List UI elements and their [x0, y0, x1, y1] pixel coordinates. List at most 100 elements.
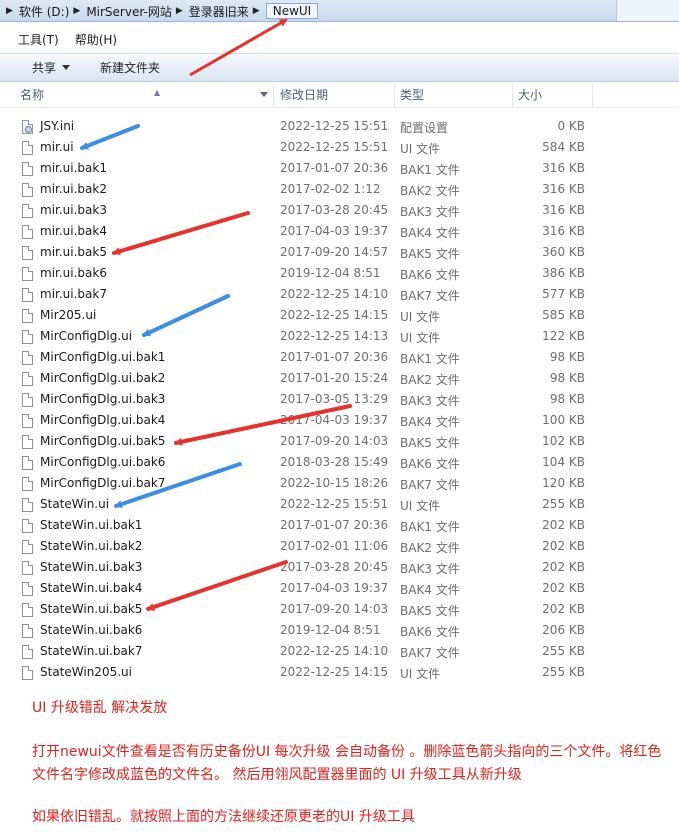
- file-icon: [22, 162, 33, 176]
- file-list: JSY.ini 2022-12-25 15:51 配置设置 0 KB mir.ui 202…: [0, 117, 679, 684]
- file-date: 2019-12-04 8:51: [280, 623, 381, 637]
- menu-bar: 工具(T) 帮助(H): [0, 29, 125, 49]
- file-type: UI 文件: [400, 331, 441, 345]
- column-header-size[interactable]: 大小: [514, 84, 593, 107]
- chevron-down-icon: [62, 65, 71, 70]
- breadcrumb-item-drive[interactable]: 软件 (D:): [19, 3, 69, 20]
- file-date: 2022-12-25 15:51: [280, 119, 389, 133]
- file-row[interactable]: mir.ui.bak1 2017-01-07 20:36 BAK1 文件 316 KB: [0, 159, 679, 180]
- file-type: BAK6 文件: [400, 268, 460, 282]
- file-date: 2017-02-02 1:12: [280, 182, 381, 196]
- file-size: 577 KB: [542, 287, 585, 301]
- file-size: 386 KB: [542, 266, 585, 280]
- file-row[interactable]: StateWin.ui.bak7 2022-12-25 14:10 BAK7 文件 2…: [0, 642, 679, 663]
- column-header-name[interactable]: 名称 ▲: [16, 84, 274, 107]
- file-size: 202 KB: [542, 539, 585, 553]
- file-size: 255 KB: [542, 497, 585, 511]
- file-row[interactable]: MirConfigDlg.ui.bak7 2022-10-15 18:26 BAK7…: [0, 474, 679, 495]
- menu-help[interactable]: 帮助(H): [67, 31, 125, 48]
- file-size: 102 KB: [542, 434, 585, 448]
- file-row[interactable]: mir.ui.bak6 2019-12-04 8:51 BAK6 文件 386 KB: [0, 264, 679, 285]
- address-bar[interactable]: ▶ 软件 (D:) ▶ MirServer-网站 ▶ 登录器旧来 ▶ NewUI: [0, 0, 679, 22]
- file-name: MirConfigDlg.ui: [40, 329, 133, 343]
- file-icon: [22, 666, 33, 680]
- file-name: MirConfigDlg.ui.bak6: [40, 455, 166, 469]
- file-row[interactable]: StateWin.ui.bak1 2017-01-07 20:36 BAK1 文件 2…: [0, 516, 679, 537]
- breadcrumb-item-newui[interactable]: NewUI: [265, 3, 319, 19]
- file-type: UI 文件: [400, 142, 441, 156]
- file-row[interactable]: mir.ui.bak2 2017-02-02 1:12 BAK2 文件 316 KB: [0, 180, 679, 201]
- file-name: JSY.ini: [40, 119, 75, 133]
- file-name: mir.ui.bak6: [40, 266, 107, 280]
- file-icon: [22, 393, 33, 407]
- file-size: 316 KB: [542, 203, 585, 217]
- breadcrumb-arrow-icon[interactable]: ▶: [176, 6, 183, 16]
- column-header-date[interactable]: 修改日期: [276, 84, 395, 107]
- settings-file-icon: [22, 120, 33, 134]
- file-date: 2017-01-20 15:24: [280, 371, 389, 385]
- breadcrumb-arrow-icon[interactable]: ▶: [6, 6, 13, 16]
- file-icon: [22, 624, 33, 638]
- file-date: 2022-12-25 14:15: [280, 308, 389, 322]
- file-row[interactable]: MirConfigDlg.ui 2022-12-25 14:13 UI 文件 122 …: [0, 327, 679, 348]
- file-row[interactable]: MirConfigDlg.ui.bak2 2017-01-20 15:24 BAK2…: [0, 369, 679, 390]
- file-row[interactable]: StateWin.ui.bak2 2017-02-01 11:06 BAK2 文件 2…: [0, 537, 679, 558]
- file-type: BAK4 文件: [400, 226, 460, 240]
- file-date: 2022-12-25 15:51: [280, 497, 389, 511]
- file-date: 2019-12-04 8:51: [280, 266, 381, 280]
- file-row[interactable]: StateWin.ui.bak6 2019-12-04 8:51 BAK6 文件 20…: [0, 621, 679, 642]
- file-date: 2022-12-25 15:51: [280, 140, 389, 154]
- file-name: StateWin.ui.bak1: [40, 518, 143, 532]
- file-type: BAK6 文件: [400, 457, 460, 471]
- file-icon: [22, 645, 33, 659]
- file-size: 202 KB: [542, 518, 585, 532]
- file-row[interactable]: MirConfigDlg.ui.bak1 2017-01-07 20:36 BAK1…: [0, 348, 679, 369]
- file-name: MirConfigDlg.ui.bak2: [40, 371, 166, 385]
- file-row[interactable]: StateWin.ui.bak4 2017-04-03 19:37 BAK4 文件 2…: [0, 579, 679, 600]
- share-button[interactable]: 共享: [32, 59, 71, 76]
- file-row[interactable]: StateWin205.ui 2022-12-25 14:15 UI 文件 255 K…: [0, 663, 679, 684]
- file-row[interactable]: Mir205.ui 2022-12-25 14:15 UI 文件 585 KB: [0, 306, 679, 327]
- breadcrumb-item-mirserver[interactable]: MirServer-网站: [86, 3, 172, 20]
- file-row[interactable]: MirConfigDlg.ui.bak4 2017-04-03 19:37 BAK4…: [0, 411, 679, 432]
- file-icon: [22, 183, 33, 197]
- breadcrumb-arrow-icon[interactable]: ▶: [253, 6, 260, 16]
- address-bar-refresh-area[interactable]: [616, 0, 679, 21]
- file-row[interactable]: StateWin.ui.bak5 2017-09-20 14:03 BAK5 文件 2…: [0, 600, 679, 621]
- file-row[interactable]: mir.ui.bak5 2017-09-20 14:57 BAK5 文件 360 KB: [0, 243, 679, 264]
- file-row[interactable]: MirConfigDlg.ui.bak3 2017-03-05 13:29 BAK3…: [0, 390, 679, 411]
- file-icon: [22, 498, 33, 512]
- breadcrumb-item-launcher[interactable]: 登录器旧来: [189, 3, 249, 20]
- column-header-name-label: 名称: [20, 88, 45, 102]
- file-row[interactable]: mir.ui 2022-12-25 15:51 UI 文件 584 KB: [0, 138, 679, 159]
- menu-tools[interactable]: 工具(T): [0, 31, 67, 48]
- column-header-type[interactable]: 类型: [396, 84, 513, 107]
- file-name: mir.ui.bak4: [40, 224, 107, 238]
- file-date: 2017-09-20 14:03: [280, 602, 389, 616]
- file-icon: [22, 309, 33, 323]
- file-row[interactable]: StateWin.ui.bak3 2017-03-28 20:45 BAK3 文件 2…: [0, 558, 679, 579]
- file-row[interactable]: StateWin.ui 2022-12-25 15:51 UI 文件 255 KB: [0, 495, 679, 516]
- file-type: BAK1 文件: [400, 352, 460, 366]
- new-folder-button[interactable]: 新建文件夹: [100, 59, 160, 76]
- file-name: mir.ui: [40, 140, 74, 154]
- file-size: 98 KB: [549, 371, 585, 385]
- file-icon: [22, 141, 33, 155]
- file-icon: [22, 267, 33, 281]
- file-row[interactable]: mir.ui.bak3 2017-03-28 20:45 BAK3 文件 316 KB: [0, 201, 679, 222]
- file-row[interactable]: mir.ui.bak4 2017-04-03 19:37 BAK4 文件 316 KB: [0, 222, 679, 243]
- file-type: BAK3 文件: [400, 562, 460, 576]
- breadcrumb-arrow-icon[interactable]: ▶: [73, 6, 80, 16]
- file-row[interactable]: JSY.ini 2022-12-25 15:51 配置设置 0 KB: [0, 117, 679, 138]
- file-row[interactable]: MirConfigDlg.ui.bak5 2017-09-20 14:03 BAK5…: [0, 432, 679, 453]
- file-icon: [22, 435, 33, 449]
- file-size: 584 KB: [542, 140, 585, 154]
- file-name: mir.ui.bak2: [40, 182, 107, 196]
- file-icon: [22, 603, 33, 617]
- file-row[interactable]: mir.ui.bak7 2022-12-25 14:10 BAK7 文件 577 KB: [0, 285, 679, 306]
- file-size: 98 KB: [549, 392, 585, 406]
- column-filter-dropdown-icon[interactable]: [260, 92, 268, 97]
- file-row[interactable]: MirConfigDlg.ui.bak6 2018-03-28 15:49 BAK6…: [0, 453, 679, 474]
- file-type: BAK5 文件: [400, 247, 460, 261]
- file-date: 2017-01-07 20:36: [280, 518, 389, 532]
